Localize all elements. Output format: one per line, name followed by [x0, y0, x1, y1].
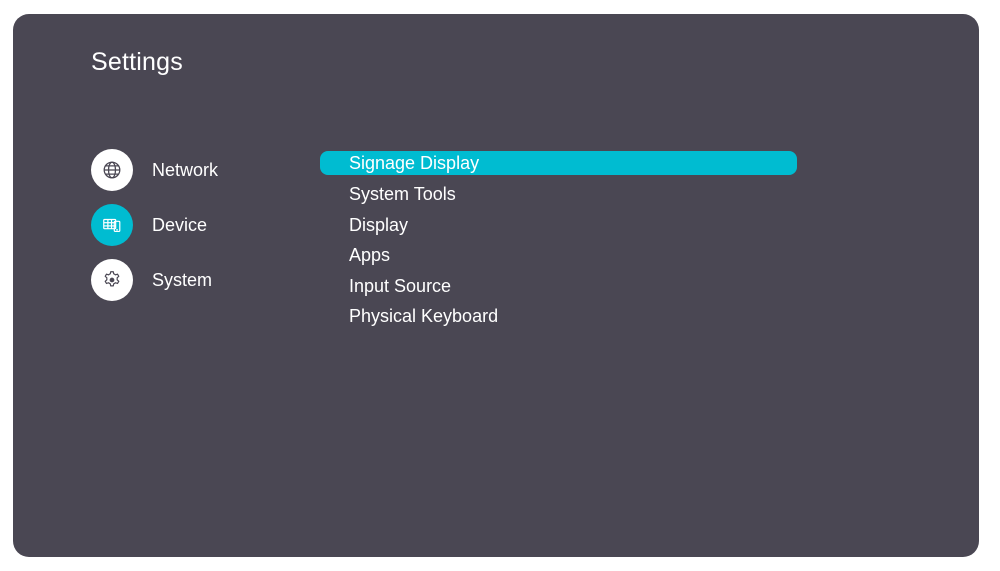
menu-item-system-tools[interactable]: System Tools — [320, 181, 797, 211]
category-network[interactable]: Network — [91, 148, 218, 192]
category-device-icon-circle — [91, 204, 133, 246]
gear-icon — [104, 271, 120, 287]
category-system[interactable]: System — [91, 258, 212, 302]
category-system-icon-circle — [91, 259, 133, 301]
category-device[interactable]: Device — [91, 203, 207, 247]
menu-item-input-source[interactable]: Input Source — [320, 273, 797, 303]
globe-icon — [103, 161, 121, 179]
page-title: Settings — [91, 48, 183, 76]
device-icon — [103, 218, 121, 233]
menu-item-signage-display[interactable]: Signage Display — [320, 151, 797, 175]
category-network-label: Network — [152, 159, 219, 180]
menu-item-display[interactable]: Display — [320, 212, 797, 242]
settings-screen: Settings Network Device System Signage D… — [13, 14, 979, 557]
category-network-icon-circle — [91, 149, 133, 191]
menu-item-physical-keyboard[interactable]: Physical Keyboard — [320, 303, 797, 333]
device-submenu: Signage Display System Tools Display App… — [320, 151, 797, 333]
menu-item-apps[interactable]: Apps — [320, 242, 797, 272]
category-system-label: System — [152, 269, 213, 290]
category-device-label: Device — [152, 214, 208, 235]
